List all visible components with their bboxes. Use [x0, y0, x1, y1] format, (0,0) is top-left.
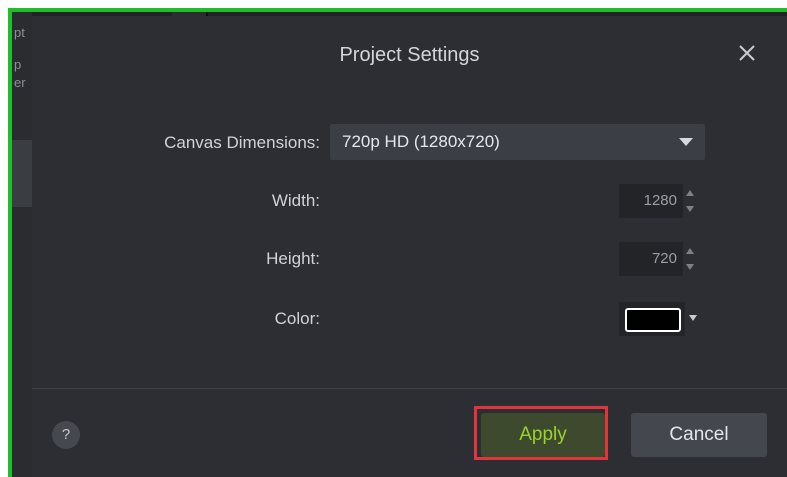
footer-divider	[32, 388, 787, 389]
chevron-down-icon	[689, 315, 697, 321]
color-picker[interactable]	[619, 302, 709, 336]
height-decrement-button[interactable]	[685, 260, 695, 273]
help-button[interactable]: ?	[52, 421, 80, 449]
height-input[interactable]: 720	[619, 242, 683, 276]
height-label: Height:	[266, 249, 320, 268]
canvas-dimensions-label: Canvas Dimensions:	[164, 133, 320, 152]
background-text: er	[14, 75, 26, 90]
height-stepper: 720	[619, 242, 703, 276]
project-settings-dialog: Project Settings Canvas Dimensions: 720p…	[32, 16, 787, 477]
width-decrement-button[interactable]	[685, 202, 695, 215]
chevron-down-icon	[679, 138, 693, 146]
apply-button[interactable]: Apply	[481, 413, 605, 457]
caret-down-icon	[686, 263, 694, 270]
canvas-dimensions-value: 720p HD (1280x720)	[342, 132, 500, 151]
caret-up-icon	[686, 189, 694, 196]
cancel-button[interactable]: Cancel	[631, 413, 767, 457]
width-stepper: 1280	[619, 184, 703, 218]
color-swatch	[625, 308, 681, 332]
background-selection	[12, 140, 32, 207]
width-label: Width:	[271, 191, 320, 210]
background-panel: pt p er	[12, 12, 32, 477]
color-swatch-container	[619, 302, 685, 336]
canvas-dimensions-dropdown[interactable]: 720p HD (1280x720)	[330, 124, 705, 160]
dialog-title: Project Settings	[339, 44, 480, 66]
background-text: p	[14, 57, 22, 72]
background-text: pt	[14, 25, 25, 40]
height-increment-button[interactable]	[685, 244, 695, 257]
caret-up-icon	[686, 247, 694, 254]
caret-down-icon	[686, 205, 694, 212]
color-label: Color:	[274, 309, 320, 328]
close-button[interactable]	[732, 38, 762, 68]
close-icon	[739, 45, 755, 61]
width-input[interactable]: 1280	[619, 184, 683, 218]
width-increment-button[interactable]	[685, 186, 695, 199]
